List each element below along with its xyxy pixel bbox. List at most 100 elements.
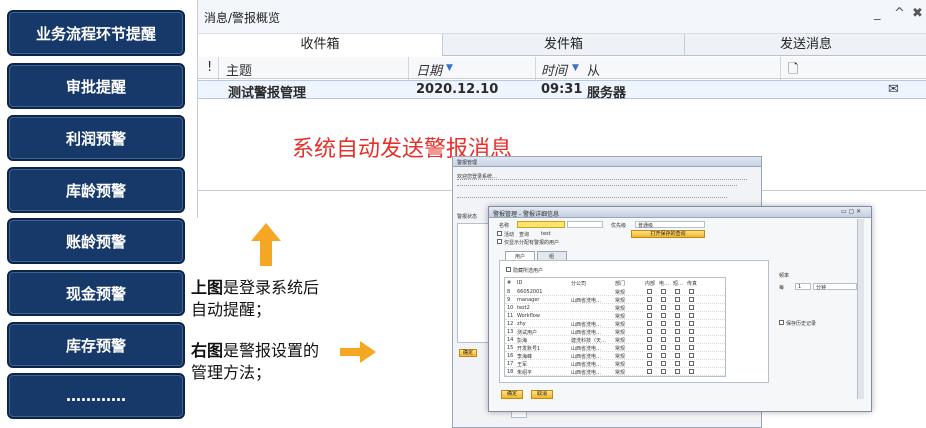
user-checkbox[interactable] (689, 345, 694, 350)
table-row[interactable]: 15 开发账号1 山西省洗电… 常规 (505, 344, 725, 352)
user-checkbox[interactable] (661, 337, 666, 342)
sidebar-item-stock-age[interactable]: 库龄预警 (7, 167, 185, 213)
users-table-header[interactable]: 短… (673, 280, 683, 287)
user-checkbox[interactable] (675, 329, 680, 334)
users-table-header[interactable]: # (507, 280, 511, 286)
table-row[interactable]: 12 zhy 山西省洗电… 常规 (505, 320, 725, 328)
user-checkbox[interactable] (647, 321, 652, 326)
users-table-header[interactable]: ID (517, 280, 522, 286)
user-checkbox[interactable] (647, 313, 652, 318)
ok-button[interactable]: 确定 (501, 390, 523, 399)
frequency-input[interactable]: 1 (795, 283, 811, 290)
unit-select[interactable]: 分钟 (813, 283, 857, 291)
tab-send-message[interactable]: 发送消息 (685, 34, 926, 56)
sidebar-item-aging[interactable]: 账龄预警 (7, 218, 185, 264)
user-checkbox[interactable] (675, 369, 680, 374)
close-icon[interactable]: ✖ (912, 6, 923, 21)
user-checkbox[interactable] (647, 337, 652, 342)
user-checkbox[interactable] (661, 289, 666, 294)
table-row[interactable]: 17 王军 山西省洗电… 常规 (505, 360, 725, 368)
name-input[interactable] (517, 221, 565, 228)
users-table-header[interactable]: 电… (659, 280, 669, 287)
table-row[interactable]: 9 manager 山西省洗电… 常规 (505, 296, 725, 304)
user-checkbox[interactable] (661, 321, 666, 326)
sidebar-item-cash[interactable]: 现金预警 (7, 270, 185, 316)
back-ok-button[interactable]: 确定 (459, 349, 477, 357)
user-checkbox[interactable] (661, 345, 666, 350)
user-checkbox[interactable] (689, 329, 694, 334)
user-checkbox[interactable] (689, 305, 694, 310)
scrollbar[interactable] (857, 219, 864, 399)
table-row[interactable]: 11 Workflow 常规 (505, 312, 725, 320)
user-checkbox[interactable] (647, 369, 652, 374)
col-date[interactable]: 日期 (416, 60, 442, 79)
tab-outbox[interactable]: 发件箱 (443, 34, 685, 56)
user-checkbox[interactable] (689, 297, 694, 302)
table-row[interactable]: 测试警报管理 2020.12.10 09:31 服务器 ✉ (198, 80, 926, 101)
user-checkbox[interactable] (675, 361, 680, 366)
user-checkbox[interactable] (661, 329, 666, 334)
maximize-icon[interactable]: ^ (894, 6, 905, 21)
col-flag[interactable]: ! (207, 60, 212, 75)
dialog-window-controls[interactable]: ▭ ▢ ✕ (841, 208, 861, 215)
user-checkbox[interactable] (675, 345, 680, 350)
user-checkbox[interactable] (689, 353, 694, 358)
sidebar-item-inventory[interactable]: 库存预警 (7, 322, 185, 368)
col-time[interactable]: 时间 (541, 60, 567, 79)
cancel-button[interactable]: 取消 (531, 390, 553, 399)
user-checkbox[interactable] (661, 313, 666, 318)
user-checkbox[interactable] (689, 369, 694, 374)
active-checkbox[interactable] (497, 231, 502, 236)
tab-users[interactable]: 用户 (505, 251, 535, 260)
user-checkbox[interactable] (689, 313, 694, 318)
user-checkbox[interactable] (675, 321, 680, 326)
user-checkbox[interactable] (647, 361, 652, 366)
users-table-header[interactable]: 分公司 (571, 280, 586, 287)
user-checkbox[interactable] (647, 305, 652, 310)
user-checkbox[interactable] (689, 321, 694, 326)
user-checkbox[interactable] (647, 353, 652, 358)
sidebar-item-profit[interactable]: 利润预警 (7, 115, 185, 161)
sidebar-item-more[interactable]: ………… (7, 373, 185, 419)
user-checkbox[interactable] (675, 337, 680, 342)
user-checkbox[interactable] (675, 353, 680, 358)
user-checkbox[interactable] (689, 289, 694, 294)
user-checkbox[interactable] (647, 297, 652, 302)
user-checkbox[interactable] (675, 289, 680, 294)
users-table-header[interactable]: 传真 (687, 280, 697, 287)
user-checkbox[interactable] (661, 353, 666, 358)
users-table-header[interactable]: 内部 (645, 280, 655, 287)
tab-group[interactable]: 组 (537, 251, 567, 260)
table-row[interactable]: 16 李海峰 山西省洗电… 常规 (505, 352, 725, 360)
open-saved-query-button[interactable]: 打开保存的查询 (631, 230, 705, 238)
table-row[interactable]: 10 test2 常规 (505, 304, 725, 312)
user-checkbox[interactable] (689, 361, 694, 366)
user-checkbox[interactable] (675, 313, 680, 318)
user-checkbox[interactable] (647, 329, 652, 334)
user-checkbox[interactable] (661, 305, 666, 310)
envelope-icon[interactable]: ✉ (888, 82, 899, 97)
sidebar-item-approval[interactable]: 审批提醒 (7, 63, 185, 109)
col-from[interactable]: 从 (587, 60, 600, 79)
minimize-icon[interactable]: _ (874, 6, 881, 21)
user-checkbox[interactable] (661, 297, 666, 302)
table-row[interactable]: 18 朱绍平 山西省洗电… 常规 (505, 368, 725, 376)
save-history-checkbox[interactable] (779, 320, 784, 325)
users-table-header[interactable]: 部门 (615, 280, 625, 287)
user-checkbox[interactable] (647, 345, 652, 350)
name-input-ext[interactable] (567, 221, 603, 228)
table-row[interactable]: 13 测试用户 山西省洗电… 常规 (505, 328, 725, 336)
table-row[interactable]: 8 66052001 常规 (505, 288, 725, 296)
priority-select[interactable]: 普通级 (635, 221, 705, 229)
user-checkbox[interactable] (675, 305, 680, 310)
only-assigned-checkbox[interactable] (497, 239, 502, 244)
tab-inbox[interactable]: 收件箱 (198, 34, 443, 56)
user-checkbox[interactable] (647, 289, 652, 294)
user-checkbox[interactable] (675, 297, 680, 302)
col-subject[interactable]: 主题 (226, 60, 252, 79)
hide-selected-checkbox[interactable] (506, 267, 511, 272)
user-checkbox[interactable] (689, 337, 694, 342)
sidebar-item-process-reminder[interactable]: 业务流程环节提醒 (7, 10, 185, 56)
user-checkbox[interactable] (661, 369, 666, 374)
user-checkbox[interactable] (661, 361, 666, 366)
